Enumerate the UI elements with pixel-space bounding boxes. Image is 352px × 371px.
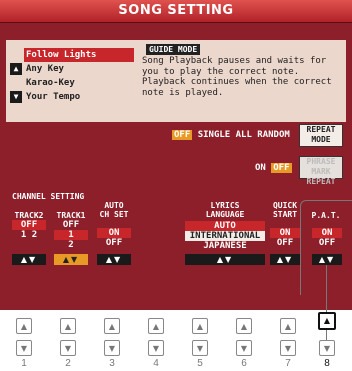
- track1-label: TRACK1: [56, 211, 86, 220]
- hw-down-button-5[interactable]: ▼: [192, 340, 208, 356]
- title-bar: SONG SETTING: [0, 0, 352, 23]
- hw-up-button-4[interactable]: ▲: [148, 318, 164, 334]
- track2-label: TRACK2: [14, 211, 44, 220]
- lyrics-language-updown[interactable]: ▲▼: [185, 254, 265, 265]
- button-number-7: 7: [285, 358, 291, 369]
- hw-up-button-7[interactable]: ▲: [280, 318, 296, 334]
- hw-up-button-3[interactable]: ▲: [104, 318, 120, 334]
- button-number-6: 6: [241, 358, 247, 369]
- repeat-off-tag: OFF: [172, 130, 193, 140]
- down-arrow-icon[interactable]: ▼: [10, 91, 22, 103]
- lyrics-language-label: LYRICS LANGUAGE: [205, 201, 245, 219]
- auto-ch-set-label: AUTO CH SET: [99, 201, 129, 219]
- phrase-mark-repeat-button[interactable]: PHRASE MARK REPEAT: [299, 156, 343, 186]
- guide-mode-list: ▲ Follow Lights ▲ Any Key Karao-Key ▼ Yo…: [10, 48, 134, 104]
- hw-up-button-1[interactable]: ▲: [16, 318, 32, 334]
- lyrics-language-values[interactable]: AUTO INTERNATIONAL JAPANESE: [185, 221, 265, 251]
- channel-setting-heading: CHANNEL SETTING: [12, 192, 85, 201]
- repeat-mode-button[interactable]: REPEAT MODE: [299, 124, 343, 147]
- guide-mode-tag: GUIDE MODE: [146, 44, 201, 55]
- guide-description: Song Playback pauses and waits for you t…: [142, 56, 332, 98]
- list-item[interactable]: Karao-Key: [10, 76, 134, 90]
- hw-down-button-4[interactable]: ▼: [148, 340, 164, 356]
- phrase-off-tag: OFF: [271, 163, 292, 173]
- hw-up-button-5[interactable]: ▲: [192, 318, 208, 334]
- quick-start-updown[interactable]: ▲▼: [270, 254, 300, 265]
- quick-start-values[interactable]: ON OFF: [270, 228, 300, 248]
- button-number-1: 1: [21, 358, 27, 369]
- button-number-2: 2: [65, 358, 71, 369]
- up-arrow-icon[interactable]: ▲: [10, 63, 22, 75]
- hw-up-button-6[interactable]: ▲: [236, 318, 252, 334]
- list-item[interactable]: ▼ Your Tempo: [10, 90, 134, 104]
- button-number-5: 5: [197, 358, 203, 369]
- track1-values[interactable]: OFF 1 2: [54, 220, 88, 250]
- list-item[interactable]: ▲ Follow Lights: [10, 48, 134, 62]
- track2-values[interactable]: OFF 1 2: [12, 220, 46, 240]
- phrase-onoff: ON OFF: [255, 163, 292, 173]
- phrase-on-label: ON: [255, 163, 266, 173]
- auto-ch-set-updown[interactable]: ▲▼: [97, 254, 131, 265]
- hw-up-button-2[interactable]: ▲: [60, 318, 76, 334]
- page-title: SONG SETTING: [118, 3, 234, 18]
- hw-down-button-2[interactable]: ▼: [60, 340, 76, 356]
- button-number-8: 8: [324, 358, 330, 369]
- hw-down-button-8[interactable]: ▼: [319, 340, 335, 356]
- button-number-3: 3: [109, 358, 115, 369]
- hw-up-button-8[interactable]: ▲: [318, 312, 336, 330]
- hw-down-button-6[interactable]: ▼: [236, 340, 252, 356]
- hw-down-button-3[interactable]: ▼: [104, 340, 120, 356]
- repeat-options-label: SINGLE ALL RANDOM: [197, 130, 290, 140]
- button-number-4: 4: [153, 358, 159, 369]
- repeat-options: OFF SINGLE ALL RANDOM: [172, 130, 290, 140]
- hw-down-button-7[interactable]: ▼: [280, 340, 296, 356]
- auto-ch-set-values[interactable]: ON OFF: [97, 228, 131, 248]
- hw-down-button-1[interactable]: ▼: [16, 340, 32, 356]
- list-item[interactable]: ▲ Any Key: [10, 62, 134, 76]
- quick-start-label: QUICK START: [272, 201, 298, 219]
- track2-updown[interactable]: ▲▼: [12, 254, 46, 265]
- track1-updown[interactable]: ▲▼: [54, 254, 88, 265]
